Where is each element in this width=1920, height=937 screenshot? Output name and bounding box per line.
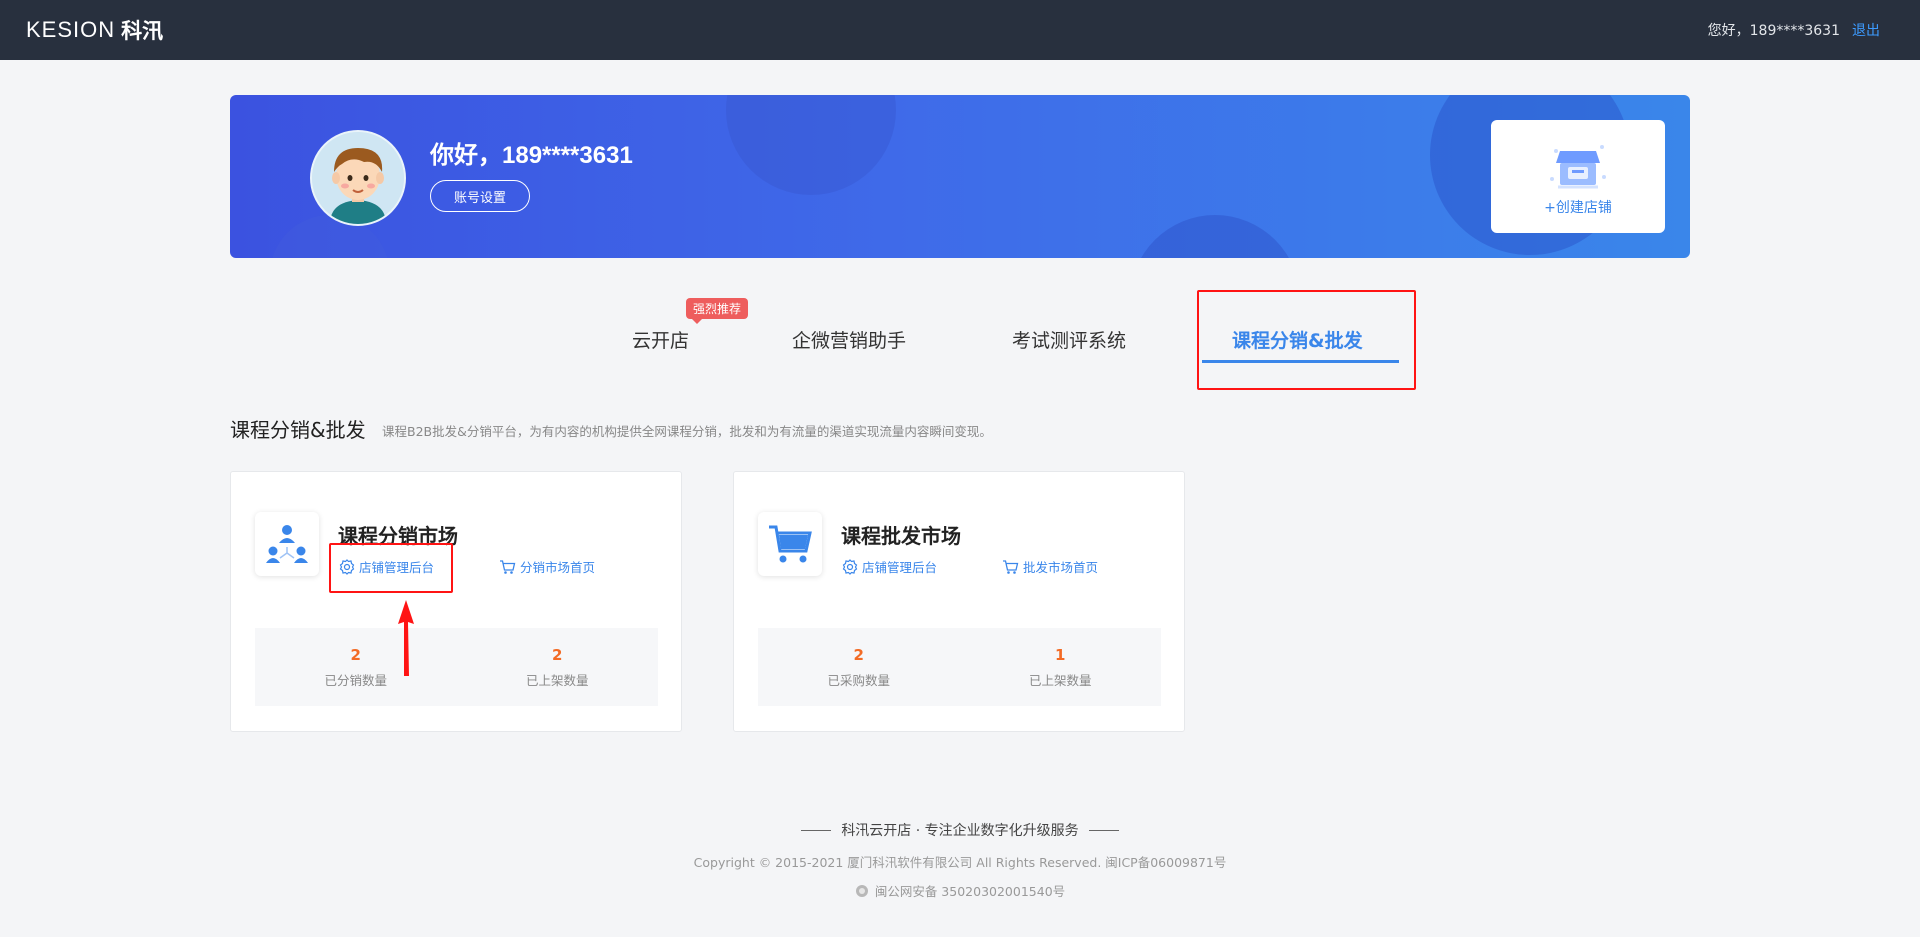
footer-copyright: Copyright © 2015-2021 厦门科汛软件有限公司 All Rig… xyxy=(693,855,1227,870)
decor-bubble xyxy=(726,95,896,195)
create-store-label: +创建店铺 xyxy=(1544,199,1612,216)
top-navbar: KESION 科汛 您好，189****3631 退出 xyxy=(0,0,1920,60)
decor-bubble xyxy=(1130,215,1300,258)
stat-label: 已分销数量 xyxy=(324,672,387,688)
create-store-button[interactable]: +创建店铺 xyxy=(1491,120,1665,233)
store-icon xyxy=(1550,144,1606,188)
distribution-market-card: 课程分销市场 店铺管理后台 分销市场首页 2 已分销数量 2 已上架数量 xyxy=(230,471,682,732)
shopping-cart-icon xyxy=(758,512,822,576)
tab-yun-kaidian[interactable]: 云开店 xyxy=(632,326,689,353)
stat-label: 已上架数量 xyxy=(1028,672,1092,688)
highlight-box-tab xyxy=(1197,290,1416,390)
stat-listed: 2 已上架数量 xyxy=(457,628,659,706)
section-title: 课程分销&批发 xyxy=(230,418,366,442)
user-bar: 您好，189****3631 退出 xyxy=(1708,20,1880,40)
divider xyxy=(801,829,832,831)
stat-purchased: 2 已采购数量 xyxy=(758,628,960,706)
highlight-box-store-admin xyxy=(329,543,453,593)
stat-value: 1 xyxy=(1055,645,1066,664)
avatar xyxy=(310,130,406,226)
divider xyxy=(1088,829,1119,831)
stat-value: 2 xyxy=(853,645,864,664)
card-title: 课程批发市场 xyxy=(841,524,961,548)
user-greeting: 您好，189****3631 xyxy=(1707,23,1840,39)
stat-value: 2 xyxy=(350,645,361,664)
tab-exam-system[interactable]: 考试测评系统 xyxy=(1012,326,1126,353)
police-record-text: 闽公网安备 35020302001540号 xyxy=(874,884,1066,899)
cart-icon xyxy=(1003,559,1019,574)
product-tabs: 强烈推荐 云开店 企微营销助手 考试测评系统 课程分销&批发 xyxy=(0,290,1920,390)
distribution-market-home-label: 分销市场首页 xyxy=(520,560,596,575)
gear-icon xyxy=(842,558,858,575)
wholesale-market-home-label: 批发市场首页 xyxy=(1023,560,1099,575)
store-admin-label: 店铺管理后台 xyxy=(862,560,938,575)
stat-distributed: 2 已分销数量 xyxy=(255,628,457,706)
section-description: 课程B2B批发&分销平台，为有内容的机构提供全网课程分销，批发和为有流量的渠道实… xyxy=(382,424,992,439)
footer-police-record[interactable]: 闽公网安备 35020302001540号 xyxy=(0,881,1920,900)
logo[interactable]: KESION 科汛 xyxy=(26,16,163,44)
stat-label: 已采购数量 xyxy=(827,672,890,688)
profile-banner: 你好，189****3631 账号设置 +创建店铺 xyxy=(230,95,1690,258)
logout-link[interactable]: 退出 xyxy=(1852,20,1880,40)
footer-slogan-text: 科汛云开店 · 专注企业数字化升级服务 xyxy=(841,823,1079,839)
footer-slogan: 科汛云开店 · 专注企业数字化升级服务 xyxy=(0,820,1920,840)
wholesale-market-card: 课程批发市场 店铺管理后台 批发市场首页 2 已采购数量 1 已上架数量 xyxy=(733,471,1185,732)
logo-text-en: KESION xyxy=(26,17,116,42)
account-settings-button[interactable]: 账号设置 xyxy=(430,180,530,212)
stat-value: 2 xyxy=(552,645,563,664)
tab-qiwei-marketing[interactable]: 企微营销助手 xyxy=(792,326,906,353)
banner-greeting: 你好，189****3631 xyxy=(430,142,633,169)
distribution-market-home-link[interactable]: 分销市场首页 xyxy=(499,557,595,576)
footer: 科汛云开店 · 专注企业数字化升级服务 Copyright © 2015-202… xyxy=(0,820,1920,900)
stats-panel: 2 已分销数量 2 已上架数量 xyxy=(255,628,658,706)
annotation-arrow-icon xyxy=(398,600,414,676)
distribution-network-icon xyxy=(255,512,319,576)
cart-icon xyxy=(500,559,516,574)
stat-label: 已上架数量 xyxy=(525,672,589,688)
stat-listed: 1 已上架数量 xyxy=(960,628,1162,706)
store-admin-link[interactable]: 店铺管理后台 xyxy=(842,557,937,576)
logo-text-cn: 科汛 xyxy=(121,20,164,43)
recommend-badge: 强烈推荐 xyxy=(686,298,749,324)
wholesale-market-home-link[interactable]: 批发市场首页 xyxy=(1002,557,1098,576)
stats-panel: 2 已采购数量 1 已上架数量 xyxy=(758,628,1161,706)
police-badge-icon xyxy=(855,884,868,897)
